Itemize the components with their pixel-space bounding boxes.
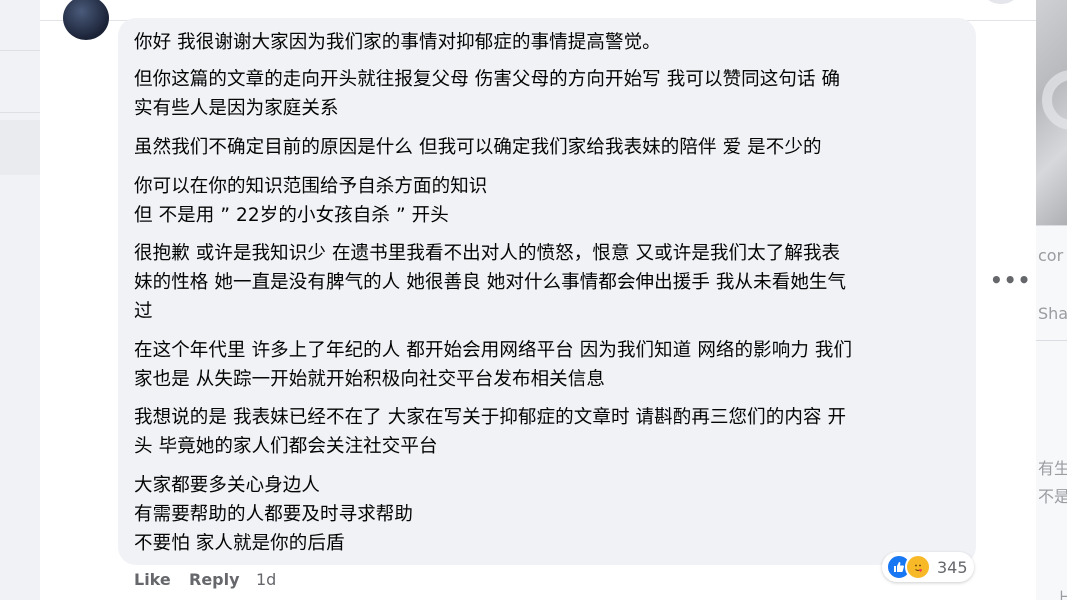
- reaction-count: 345: [937, 557, 968, 577]
- comment-line: 在这个年代里 许多上了年纪的人 都开始会用网络平台 因为我们知道 网络的影响力 …: [134, 340, 853, 361]
- side-text-fragment: cor: [1038, 246, 1064, 265]
- comment-paragraph: 很抱歉 或许是我知识少 在遗书里我看不出对人的愤怒，恨意 又或许是我们太了解我表…: [134, 239, 846, 326]
- comment-line: 过: [134, 301, 153, 322]
- comment-paragraph: 我想说的是 我表妹已经不在了 大家在写关于抑郁症的文章时 请斟酌再三您们的内容 …: [134, 403, 846, 461]
- comment-paragraph: 在这个年代里 许多上了年纪的人 都开始会用网络平台 因为我们知道 网络的影响力 …: [134, 336, 852, 394]
- comment-paragraph: 但你这篇的文章的走向开头就往报复父母 伤害父母的方向开始写 我可以赞同这句话 确…: [134, 65, 840, 123]
- background-block: [0, 120, 40, 175]
- side-text-fragment: ，上: [1038, 589, 1067, 600]
- more-options-icon[interactable]: •••: [990, 265, 1030, 295]
- reactions-summary[interactable]: 345: [882, 552, 974, 582]
- comment-line: 但你这篇的文章的走向开头就往报复父母 伤害父母的方向开始写 我可以赞同这句话 确: [134, 69, 841, 90]
- post-image-fragment: [1036, 0, 1067, 225]
- comment-line: 但 不是用 ” 22岁的小女孩自杀 ” 开头: [134, 205, 449, 226]
- comment-paragraph: 你好 我很谢谢大家因为我们家的事情对抑郁症的事情提高警觉。: [134, 28, 661, 57]
- comment-line: 实有些人是因为家庭关系: [134, 98, 339, 119]
- comment-timestamp[interactable]: 1d: [256, 570, 276, 589]
- divider: [0, 112, 40, 113]
- comment-line: 很抱歉 或许是我知识少 在遗书里我看不出对人的愤怒，恨意 又或许是我们太了解我表: [134, 243, 841, 264]
- comment-line: 大家都要多关心身边人: [134, 475, 321, 496]
- comment-line: 虽然我们不确定目前的原因是什么 但我可以确定我们家给我表妹的陪伴 爱 是不少的: [134, 137, 822, 158]
- like-button[interactable]: Like: [134, 570, 171, 589]
- comment-line: 家也是 从失踪一开始就开始积极向社交平台发布相关信息: [134, 369, 605, 390]
- comment-line: 你可以在你的知识范围给予自杀方面的知识: [134, 176, 488, 197]
- comment-paragraph: 大家都要多关心身边人 有需要帮助的人都要及时寻求帮助 不要怕 家人就是你的后盾: [134, 471, 413, 558]
- care-icon: [905, 554, 931, 580]
- side-text-fragment: 不是: [1038, 487, 1067, 506]
- left-background: [0, 0, 40, 600]
- right-background: cor Sha 有生 不是 ，上: [1036, 0, 1067, 600]
- divider: [1036, 225, 1067, 226]
- comment-line: 我想说的是 我表妹已经不在了 大家在写关于抑郁症的文章时 请斟酌再三您们的内容 …: [134, 407, 847, 428]
- side-text-fragment[interactable]: Sha: [1038, 304, 1067, 323]
- top-button[interactable]: [984, 0, 1018, 4]
- comment-line: 你好 我很谢谢大家因为我们家的事情对抑郁症的事情提高警觉。: [134, 32, 661, 53]
- comment-line: 不要怕 家人就是你的后盾: [134, 533, 345, 554]
- comment-paragraph: 虽然我们不确定目前的原因是什么 但我可以确定我们家给我表妹的陪伴 爱 是不少的: [134, 133, 822, 162]
- divider: [1036, 340, 1067, 341]
- reply-button[interactable]: Reply: [189, 570, 240, 589]
- comment-line: 有需要帮助的人都要及时寻求帮助: [134, 504, 414, 525]
- comment-line: 妹的性格 她一直是没有脾气的人 她很善良 她对什么事情都会伸出援手 我从未看她生…: [134, 272, 847, 293]
- side-text-fragment: 有生: [1038, 459, 1067, 478]
- comment-paragraph: 你可以在你的知识范围给予自杀方面的知识 但 不是用 ” 22岁的小女孩自杀 ” …: [134, 172, 487, 230]
- comment-line: 头 毕竟她的家人们都会关注社交平台: [134, 436, 438, 457]
- divider: [0, 50, 40, 51]
